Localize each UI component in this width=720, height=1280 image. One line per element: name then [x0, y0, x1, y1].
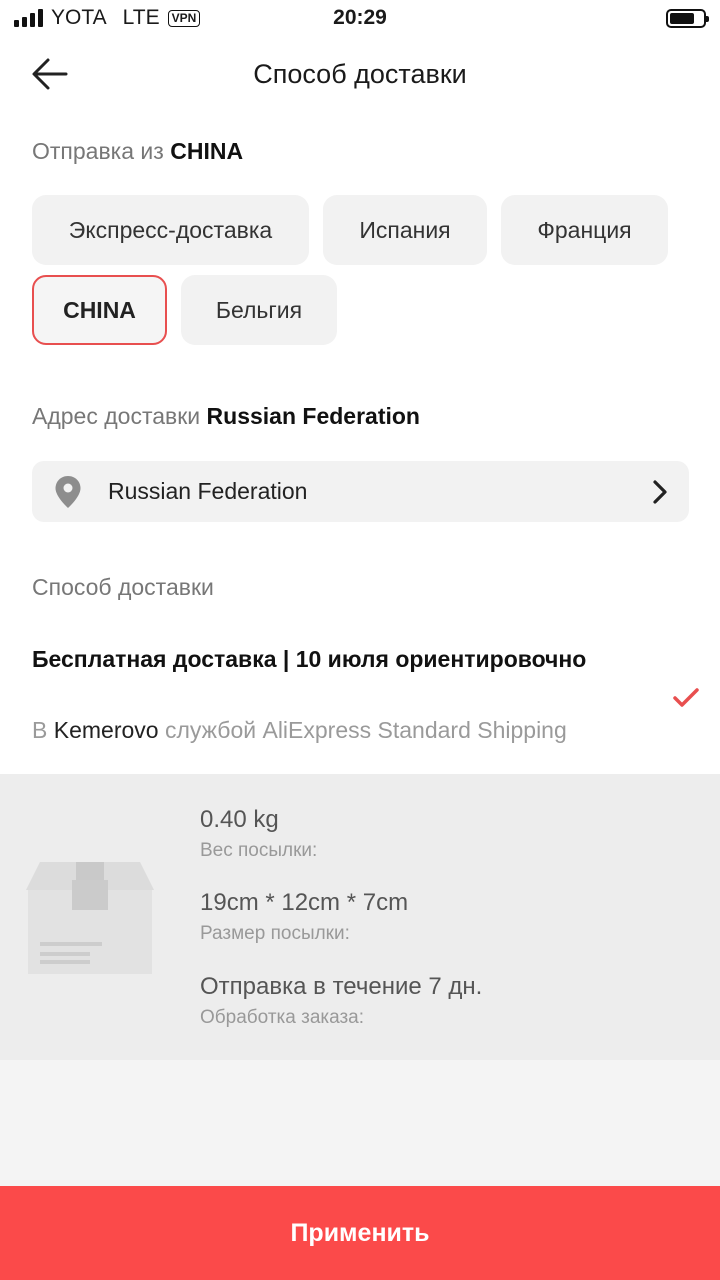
- arrow-left-icon: [32, 58, 68, 90]
- address-selector[interactable]: Russian Federation: [32, 461, 689, 522]
- chip-label: Экспресс-доставка: [68, 216, 273, 243]
- processing-label: Обработка заказа:: [200, 1007, 365, 1028]
- processing-value: Отправка в течение 7 дн.: [200, 973, 483, 1000]
- size-value: 19cm * 12cm * 7cm: [200, 889, 409, 916]
- chip-label: Бельгия: [215, 296, 303, 323]
- page-title: Способ доставки: [253, 58, 467, 89]
- address-value: Russian Federation: [206, 403, 420, 429]
- weight-value: 0.40 kg: [200, 806, 279, 833]
- chip-express[interactable]: Экспресс-доставка: [32, 195, 309, 265]
- chip-label: CHINA: [63, 296, 136, 323]
- status-bar: YOTA LTE VPN 20:29: [0, 0, 720, 36]
- size-label: Размер посылки:: [200, 923, 350, 944]
- address-label-text: Адрес доставки: [32, 403, 201, 429]
- header: Способ доставки: [0, 42, 720, 106]
- chip-spain[interactable]: Испания: [323, 195, 487, 265]
- weight-info: 0.40 kg Вес посылки:: [200, 806, 317, 862]
- checkmark-icon: [673, 688, 699, 707]
- size-info: 19cm * 12cm * 7cm Размер посылки:: [200, 889, 408, 945]
- delivery-city: Kemerovo: [53, 717, 159, 743]
- delivery-sub-prefix: В: [32, 717, 48, 743]
- weight-label: Вес посылки:: [200, 840, 318, 861]
- delivery-option-title[interactable]: Бесплатная доставка | 10 июля ориентиров…: [32, 642, 592, 676]
- ship-from-value: CHINA: [170, 138, 244, 164]
- package-info-panel: 0.40 kg Вес посылки: 19cm * 12cm * 7cm Р…: [0, 774, 720, 1060]
- carrier-name: YOTA: [51, 6, 107, 29]
- network-type: LTE: [122, 6, 160, 29]
- signal-icon: [14, 9, 43, 27]
- ship-from-label-text: Отправка из: [32, 138, 164, 164]
- chip-label: Франция: [537, 216, 632, 243]
- chevron-right-icon: [653, 479, 667, 504]
- ship-from-label: Отправка из CHINA: [32, 138, 243, 165]
- package-box-icon: [26, 862, 154, 974]
- address-field-text: Russian Federation: [108, 478, 308, 504]
- delivery-carrier: службой AliExpress Standard Shipping: [164, 717, 567, 743]
- delivery-option-subtitle: В Kemerovo службой AliExpress Standard S…: [32, 717, 567, 744]
- processing-info: Отправка в течение 7 дн. Обработка заказ…: [200, 973, 482, 1029]
- battery-icon: [666, 8, 709, 28]
- chip-belgium[interactable]: Бельгия: [181, 275, 337, 345]
- vpn-badge: VPN: [167, 9, 201, 27]
- delivery-method-label: Способ доставки: [32, 574, 214, 600]
- chip-france[interactable]: Франция: [501, 195, 668, 265]
- bottom-spacer: [0, 1060, 720, 1186]
- location-pin-icon: [55, 475, 81, 508]
- address-label: Адрес доставки Russian Federation: [32, 403, 420, 430]
- chip-china[interactable]: CHINA: [32, 275, 167, 345]
- back-button[interactable]: [30, 56, 70, 92]
- apply-button[interactable]: Применить: [0, 1186, 720, 1280]
- chip-label: Испания: [359, 216, 451, 243]
